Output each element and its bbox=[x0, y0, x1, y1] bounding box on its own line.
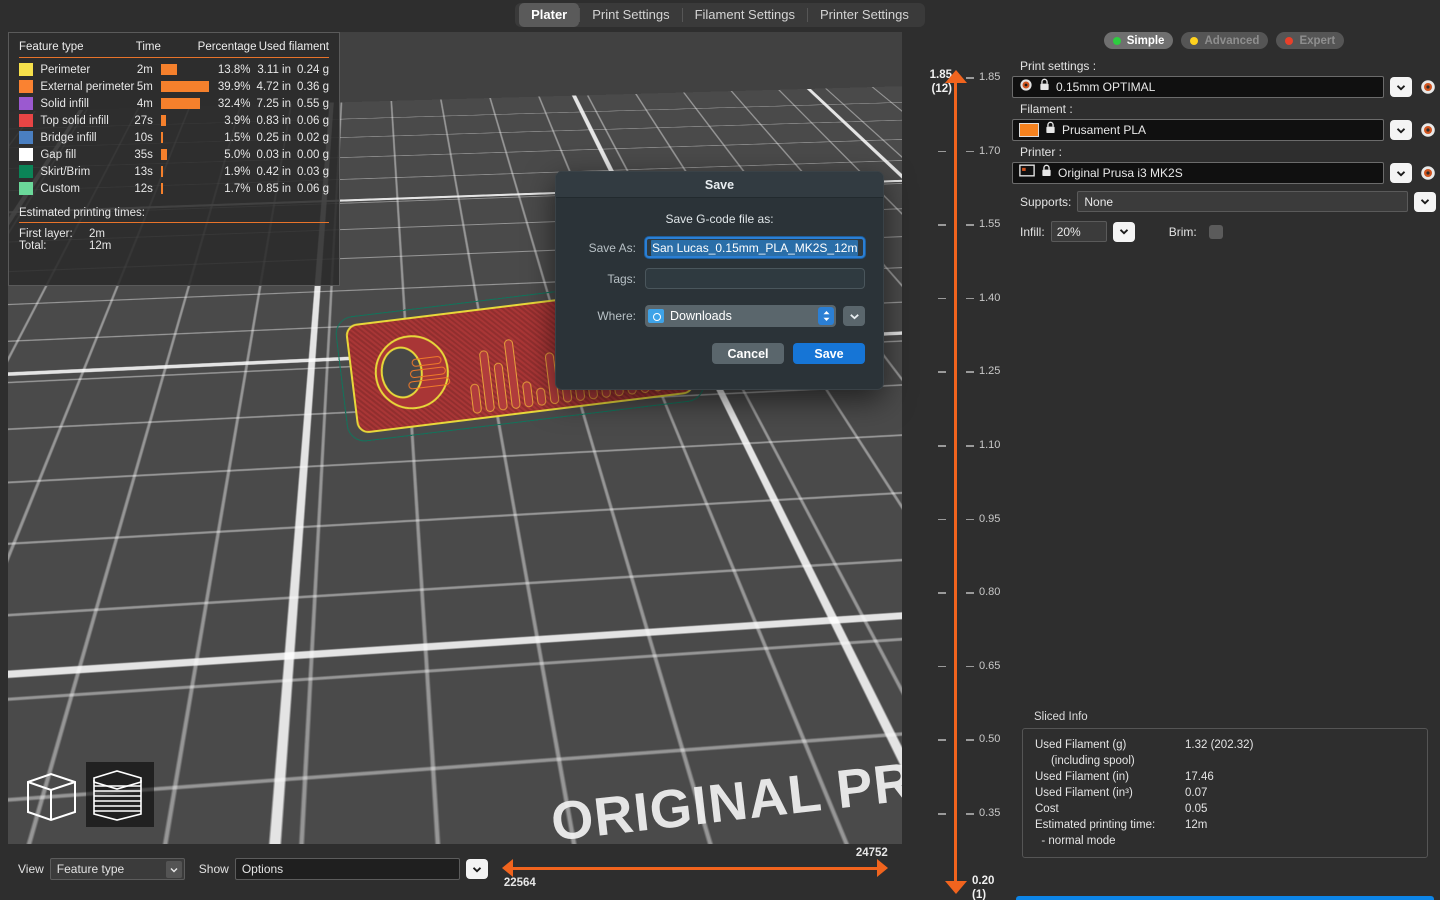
where-expand-button[interactable] bbox=[843, 306, 865, 326]
save-dialog-buttons: Cancel Save bbox=[574, 343, 865, 364]
save-as-input[interactable]: San Lucas_0.15mm_PLA_MK2S_12m bbox=[645, 237, 865, 258]
modal-overlay: Save Save G-code file as: Save As: San L… bbox=[0, 0, 1440, 900]
save-as-value: San Lucas_0.15mm_PLA_MK2S_12m bbox=[651, 239, 859, 256]
prusaslicer-window: Plater Print Settings Filament Settings … bbox=[0, 0, 1440, 900]
save-as-label: Save As: bbox=[588, 240, 636, 255]
where-label: Where: bbox=[597, 309, 636, 323]
downloads-folder-icon bbox=[648, 309, 664, 323]
where-select[interactable]: Downloads bbox=[645, 305, 836, 327]
tags-label: Tags: bbox=[607, 271, 636, 286]
save-dialog: Save Save G-code file as: Save As: San L… bbox=[555, 171, 884, 390]
save-dialog-body: Save G-code file as: Save As: San Lucas_… bbox=[556, 198, 883, 364]
cancel-button[interactable]: Cancel bbox=[712, 343, 784, 364]
where-row: Where: Downloads bbox=[574, 305, 865, 327]
tags-row: Tags: bbox=[574, 268, 865, 289]
save-button[interactable]: Save bbox=[793, 343, 865, 364]
save-as-row: Save As: San Lucas_0.15mm_PLA_MK2S_12m bbox=[574, 237, 865, 258]
where-value: Downloads bbox=[670, 309, 732, 323]
where-stepper-icon[interactable] bbox=[818, 307, 834, 325]
save-dialog-title: Save bbox=[556, 172, 883, 198]
tags-input[interactable] bbox=[645, 268, 865, 289]
save-dialog-subtitle: Save G-code file as: bbox=[665, 212, 774, 226]
